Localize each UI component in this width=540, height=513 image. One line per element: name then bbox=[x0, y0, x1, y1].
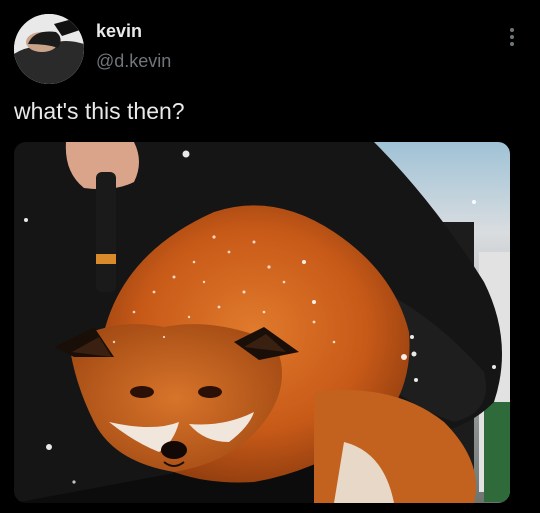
fox-photo bbox=[14, 142, 510, 503]
author-name[interactable]: kevin bbox=[96, 20, 142, 42]
profile-photo-icon bbox=[14, 14, 84, 84]
tweet-media-photo[interactable] bbox=[14, 142, 510, 503]
author-handle[interactable]: @d.kevin bbox=[96, 50, 171, 72]
tweet[interactable]: kevin @d.kevin what's this then? bbox=[0, 0, 540, 513]
more-options-icon bbox=[510, 28, 514, 32]
more-options-dot bbox=[510, 42, 514, 46]
more-options-dot bbox=[510, 35, 514, 39]
avatar[interactable] bbox=[14, 14, 84, 84]
tweet-text: what's this then? bbox=[14, 98, 185, 124]
more-options-button[interactable] bbox=[500, 22, 524, 52]
